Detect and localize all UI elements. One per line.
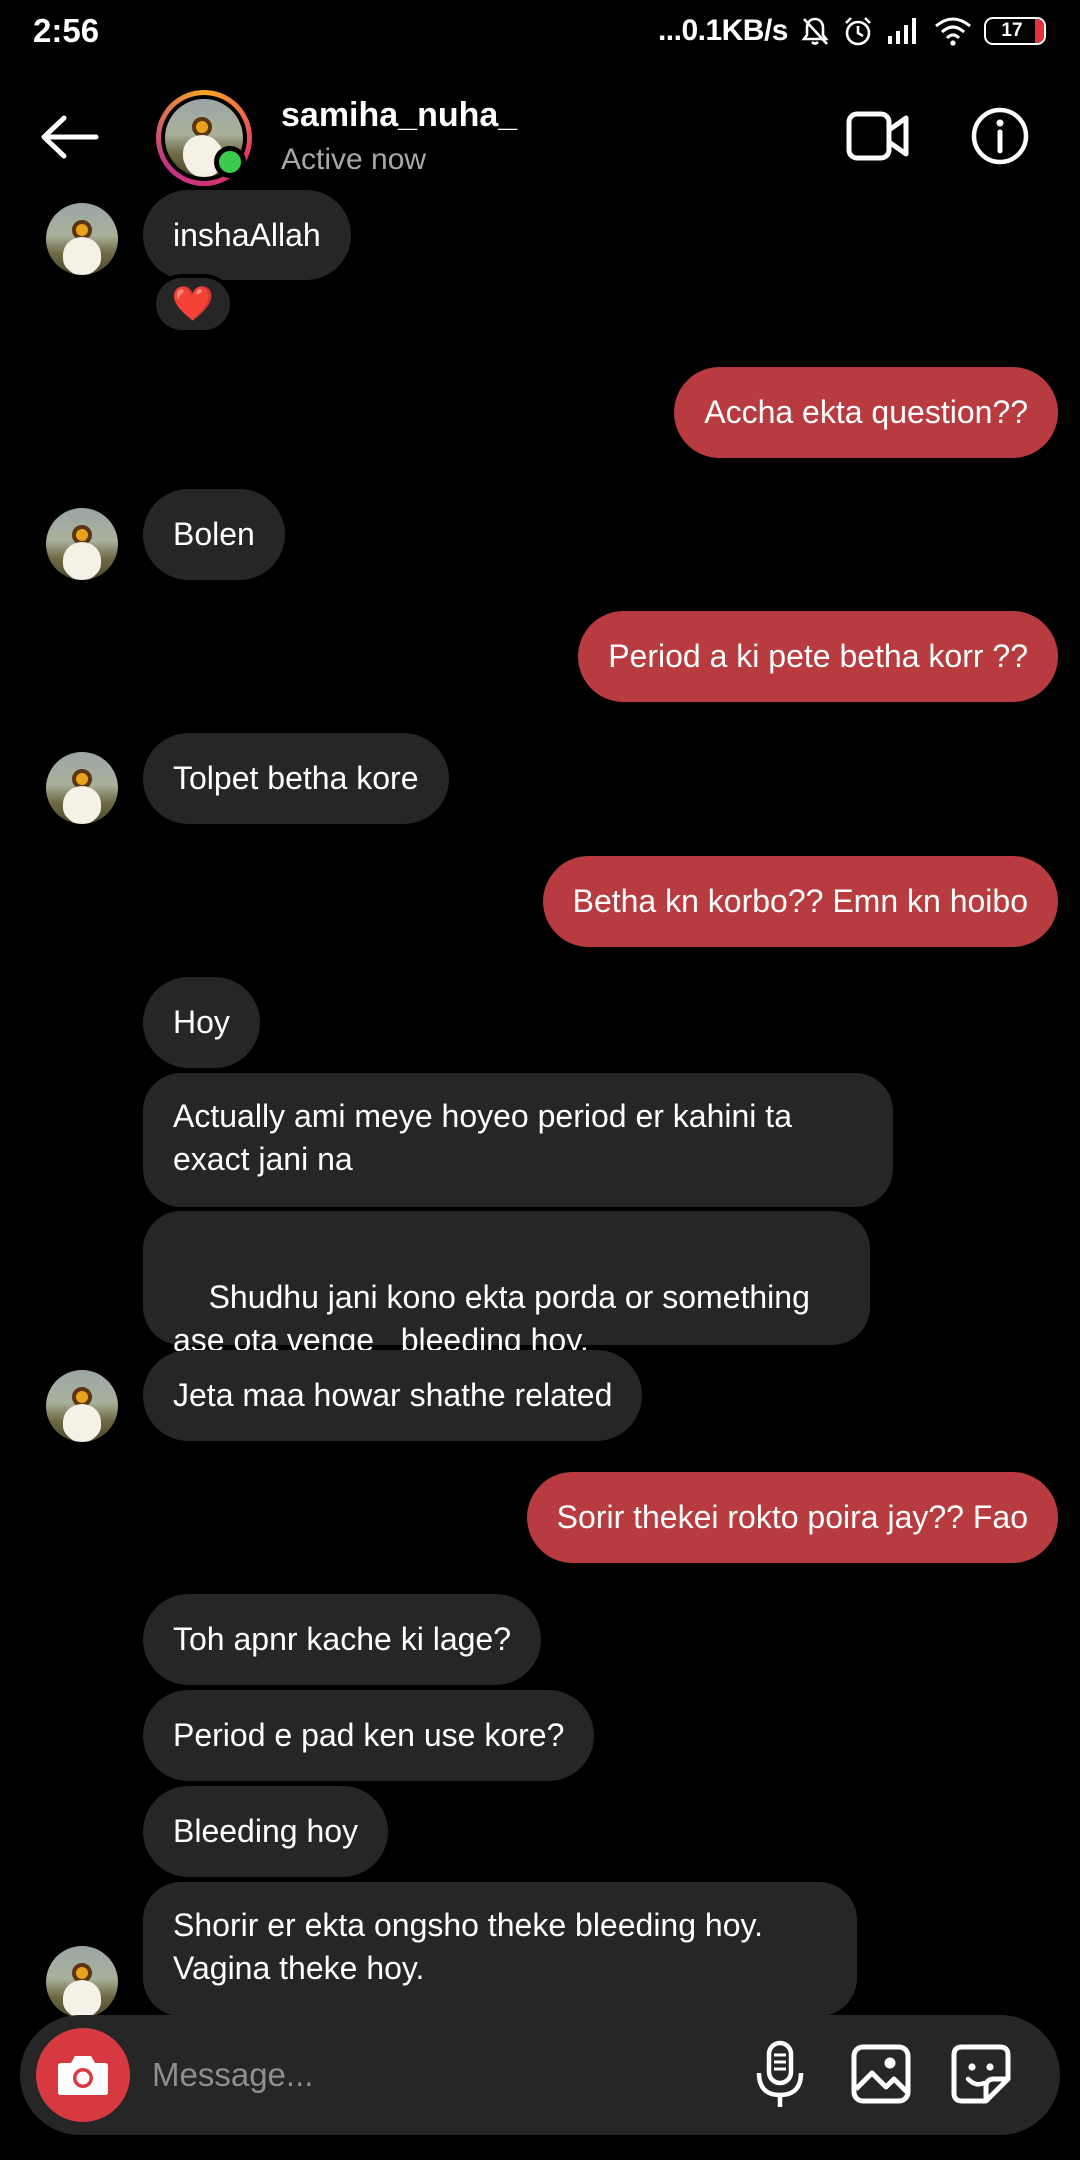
back-arrow-icon bbox=[41, 115, 99, 159]
message-text: Betha kn korbo?? Emn kn hoibo bbox=[572, 883, 1028, 919]
alarm-icon bbox=[845, 17, 871, 46]
message-text: Shorir er ekta ongsho theke bleeding hoy… bbox=[173, 1907, 764, 1986]
message-text: Sorir thekei rokto poira jay?? Fao bbox=[556, 1499, 1028, 1535]
incoming-message[interactable]: Actually ami meye hoyeo period er kahini… bbox=[143, 1073, 893, 1207]
incoming-message[interactable]: Bleeding hoy bbox=[143, 1786, 389, 1877]
sender-avatar bbox=[46, 1370, 118, 1442]
sender-avatar bbox=[46, 752, 118, 824]
info-icon bbox=[971, 107, 1029, 165]
outgoing-message[interactable]: Accha ekta question?? bbox=[674, 367, 1058, 458]
video-call-icon bbox=[846, 111, 909, 161]
message-text: inshaAllah bbox=[173, 217, 321, 253]
back-button[interactable] bbox=[38, 112, 102, 162]
sticker-icon bbox=[951, 2044, 1011, 2104]
sticker-button[interactable] bbox=[950, 2043, 1012, 2105]
outgoing-message[interactable]: Betha kn korbo?? Emn kn hoibo bbox=[542, 856, 1058, 947]
status-time: 2:56 bbox=[33, 12, 100, 49]
video-call-button[interactable] bbox=[846, 108, 910, 164]
reaction-badge[interactable]: ❤️ bbox=[152, 274, 234, 334]
contact-name[interactable]: samiha_nuha_ bbox=[281, 96, 517, 135]
heart-reaction-icon: ❤️ bbox=[171, 285, 215, 323]
gallery-icon bbox=[851, 2044, 911, 2104]
voice-message-button[interactable] bbox=[750, 2039, 810, 2111]
incoming-message[interactable]: Bolen bbox=[143, 489, 285, 580]
incoming-message[interactable]: Shudhu jani kono ekta porda or something… bbox=[143, 1211, 870, 1358]
message-text: Actually ami meye hoyeo period er kahini… bbox=[173, 1098, 792, 1177]
message-text: Accha ekta question?? bbox=[704, 394, 1028, 430]
contact-status: Active now bbox=[281, 143, 427, 176]
incoming-message[interactable]: inshaAllah bbox=[143, 190, 351, 280]
message-text: Toh apnr kache ki lage? bbox=[173, 1621, 511, 1657]
outgoing-message[interactable]: Period a ki pete betha korr ?? bbox=[578, 611, 1058, 702]
incoming-message[interactable]: Hoy bbox=[143, 977, 260, 1068]
outgoing-message[interactable]: Sorir thekei rokto poira jay?? Fao bbox=[526, 1472, 1058, 1563]
microphone-icon bbox=[756, 2040, 804, 2107]
online-indicator bbox=[214, 146, 246, 178]
message-text: Tolpet betha kore bbox=[173, 760, 419, 796]
network-speed: ...0.1KB/s bbox=[657, 14, 789, 47]
camera-button[interactable] bbox=[36, 2028, 130, 2122]
battery-indicator: 17 bbox=[984, 17, 1046, 45]
sender-avatar bbox=[46, 508, 118, 580]
gallery-button[interactable] bbox=[850, 2043, 912, 2105]
sender-avatar bbox=[46, 203, 118, 275]
status-icons: ...0.1KB/s 17 bbox=[658, 12, 1046, 50]
message-text: Bolen bbox=[173, 516, 255, 552]
incoming-message[interactable]: Toh apnr kache ki lage? bbox=[143, 1594, 541, 1685]
incoming-message[interactable]: Jeta maa howar shathe related bbox=[143, 1350, 643, 1441]
status-bar: 2:56 ...0.1KB/s 17 bbox=[0, 0, 1080, 62]
camera-icon bbox=[58, 2056, 108, 2095]
incoming-message[interactable]: Shorir er ekta ongsho theke bleeding hoy… bbox=[143, 1882, 857, 2016]
message-text: Jeta maa howar shathe related bbox=[173, 1377, 613, 1413]
message-text: Hoy bbox=[173, 1004, 230, 1040]
message-text: Period e pad ken use kore? bbox=[173, 1717, 565, 1753]
signal-icon bbox=[888, 18, 916, 44]
battery-level: 17 bbox=[1001, 20, 1023, 41]
message-text: Shudhu jani kono ekta porda or something… bbox=[173, 1279, 819, 1358]
chat-header: samiha_nuha_ Active now bbox=[0, 62, 1080, 210]
wifi-icon bbox=[935, 17, 971, 46]
incoming-message[interactable]: Period e pad ken use kore? bbox=[143, 1690, 595, 1781]
info-button[interactable] bbox=[970, 106, 1030, 166]
sender-avatar bbox=[46, 1946, 118, 2018]
message-text: Period a ki pete betha korr ?? bbox=[608, 638, 1028, 674]
incoming-message[interactable]: Tolpet betha kore bbox=[143, 733, 449, 824]
message-text: Bleeding hoy bbox=[173, 1813, 359, 1849]
message-input[interactable] bbox=[152, 2045, 712, 2105]
mute-bell-icon bbox=[801, 17, 829, 45]
message-composer bbox=[20, 2015, 1060, 2135]
